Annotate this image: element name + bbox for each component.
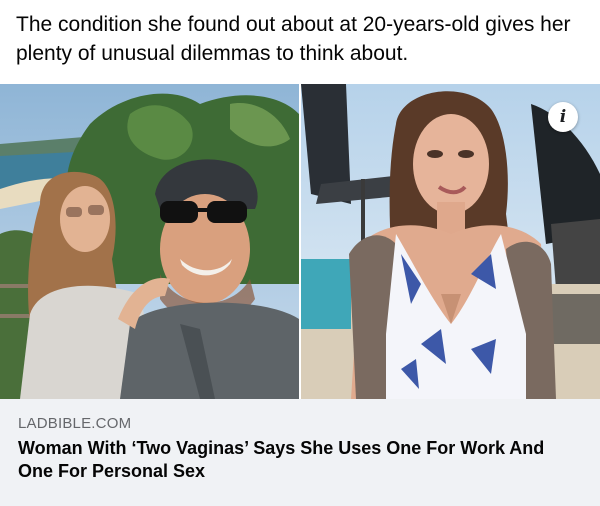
link-media[interactable]: i — [0, 84, 600, 399]
couple-photo — [0, 84, 299, 399]
link-preview[interactable]: LADBIBLE.COM Woman With ‘Two Vaginas’ Sa… — [0, 399, 600, 506]
woman-photo — [301, 84, 600, 399]
link-domain: LADBIBLE.COM — [18, 415, 132, 432]
info-icon[interactable]: i — [548, 102, 578, 132]
link-headline[interactable]: Woman With ‘Two Vaginas’ Says She Uses O… — [18, 437, 578, 483]
post-text: The condition she found out about at 20-… — [16, 13, 571, 65]
info-glyph: i — [559, 107, 567, 127]
